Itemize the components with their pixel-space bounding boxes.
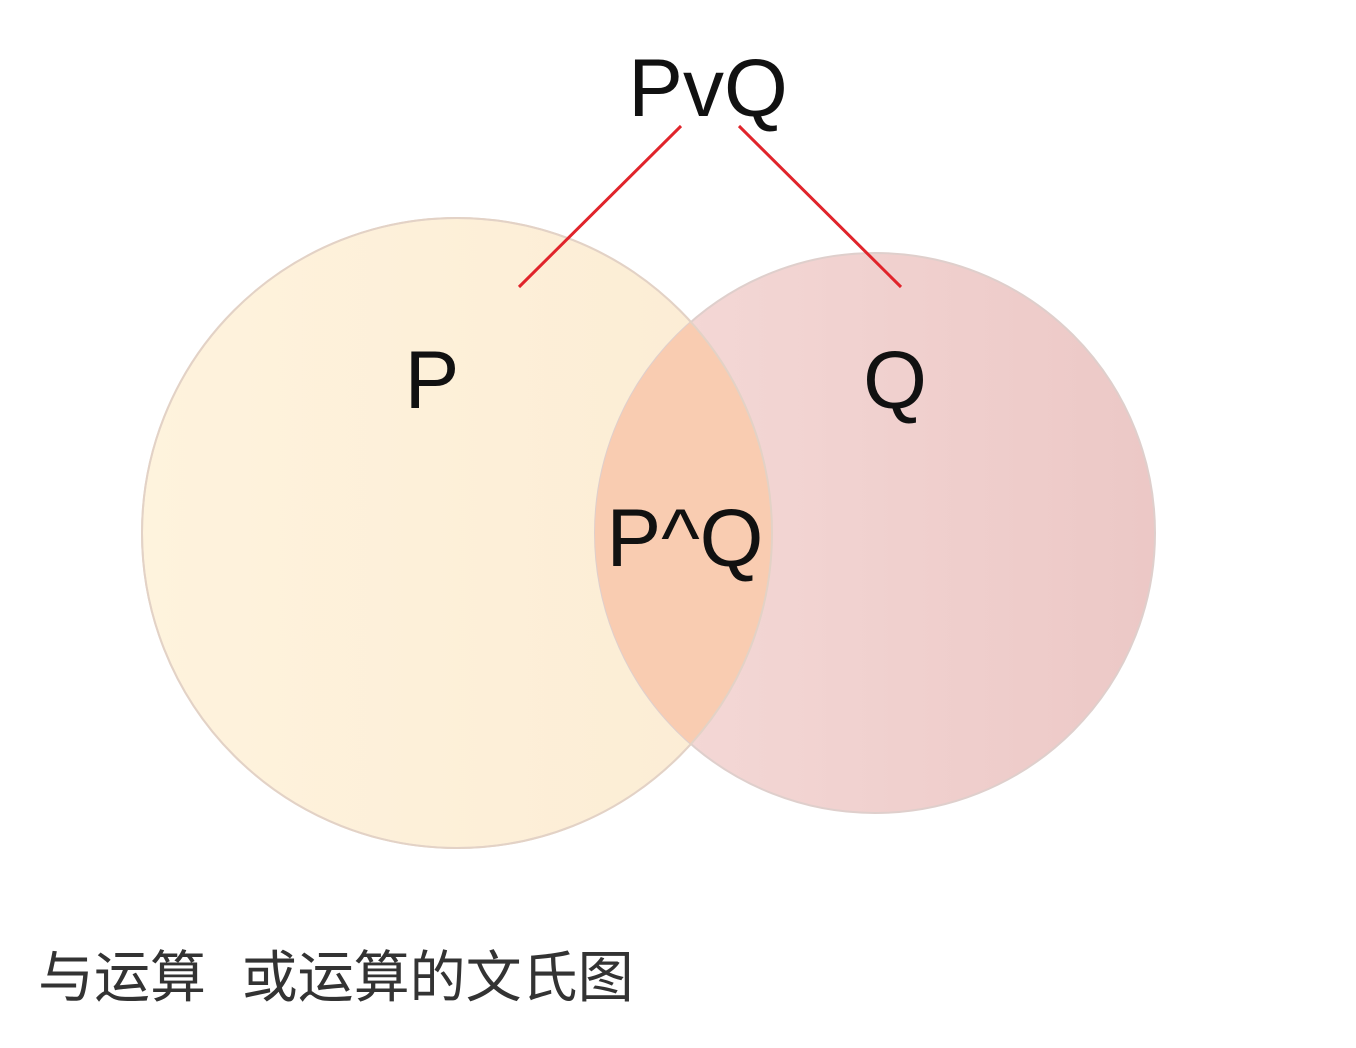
figure-caption: 与运算 或运算的文氏图 — [38, 946, 634, 1011]
set-p-label: P — [405, 335, 460, 426]
intersection-label: P^Q — [607, 493, 764, 584]
union-label: PvQ — [628, 43, 787, 134]
venn-diagram: PvQ P Q P^Q — [141, 43, 1156, 849]
set-q-label: Q — [863, 335, 927, 426]
